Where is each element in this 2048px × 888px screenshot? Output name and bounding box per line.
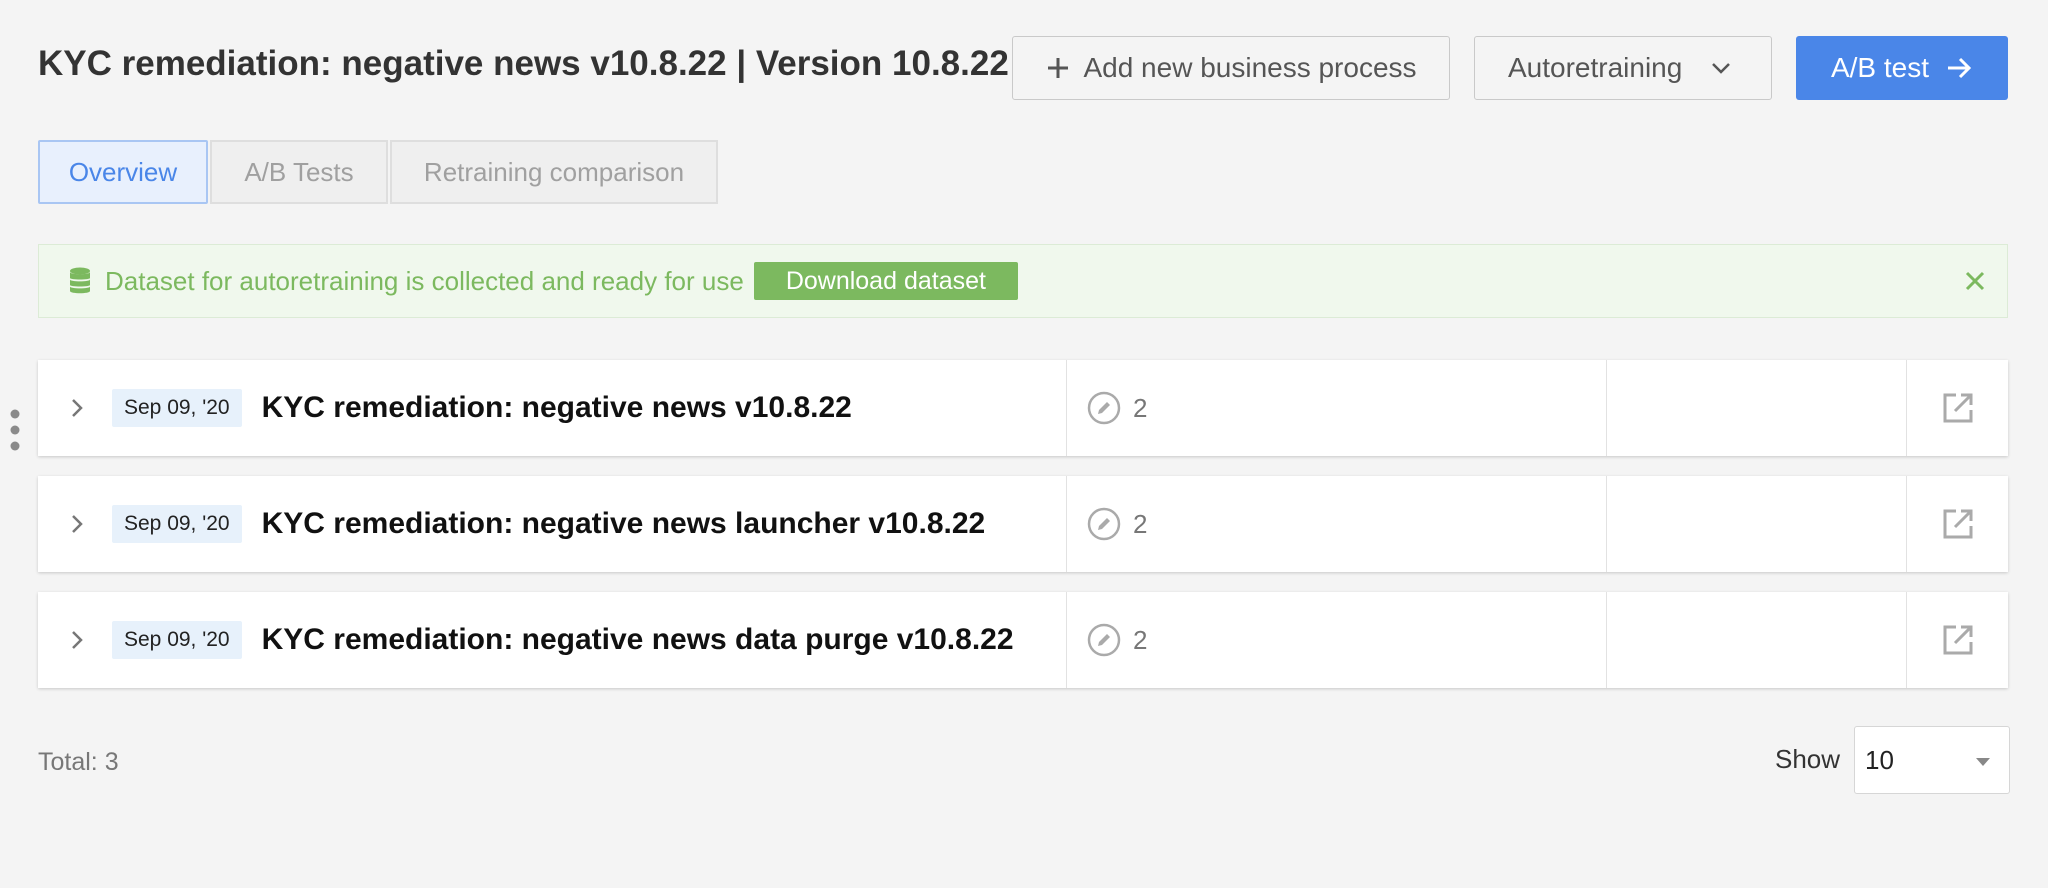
tab-retraining-comparison[interactable]: Retraining comparison (390, 140, 718, 204)
show-label: Show (1775, 744, 1841, 774)
chevron-right-icon[interactable] (66, 629, 88, 651)
empty-cell (1607, 360, 1907, 456)
tab-ab-tests[interactable]: A/B Tests (210, 140, 388, 204)
plus-icon (1048, 58, 1069, 78)
external-link-icon (1943, 625, 1972, 655)
add-business-process-label: Add new business process (1083, 52, 1417, 83)
process-name: KYC remediation: negative news data purg… (261, 623, 1014, 656)
autoretraining-label: Autoretraining (1508, 52, 1683, 83)
process-row: Sep 09, '20 KYC remediation: negative ne… (38, 592, 2008, 688)
page-title: KYC remediation: negative news v10.8.22 … (38, 44, 1009, 83)
process-main-cell: Sep 09, '20 KYC remediation: negative ne… (38, 592, 1067, 688)
open-external-button[interactable] (1907, 592, 2008, 688)
download-dataset-button[interactable]: Download dataset (753, 262, 1018, 300)
tab-bar: Overview A/B Tests Retraining comparison (38, 140, 720, 204)
process-main-cell: Sep 09, '20 KYC remediation: negative ne… (38, 360, 1067, 456)
process-name: KYC remediation: negative news v10.8.22 (261, 391, 852, 424)
add-business-process-button[interactable]: Add new business process (1012, 36, 1450, 100)
close-icon[interactable] (1963, 269, 1987, 293)
external-link-icon (1943, 393, 1972, 423)
process-row: Sep 09, '20 KYC remediation: negative ne… (38, 360, 2008, 456)
ab-test-button[interactable]: A/B test (1796, 36, 2008, 100)
drag-handle-icon[interactable] (8, 408, 22, 452)
open-external-button[interactable] (1907, 360, 2008, 456)
caret-down-icon (1976, 758, 1990, 766)
date-badge: Sep 09, '20 (112, 621, 242, 659)
pencil-circle-icon (1087, 623, 1121, 657)
process-count-cell: 2 (1067, 360, 1607, 456)
arrow-right-icon (1948, 57, 1972, 79)
process-main-cell: Sep 09, '20 KYC remediation: negative ne… (38, 476, 1067, 572)
dataset-ready-alert: Dataset for autoretraining is collected … (38, 244, 2008, 318)
process-count-cell: 2 (1067, 592, 1607, 688)
empty-cell (1607, 592, 1907, 688)
ab-test-label: A/B test (1830, 52, 1930, 83)
pencil-circle-icon (1087, 391, 1121, 425)
alert-message: Dataset for autoretraining is collected … (105, 265, 744, 296)
empty-cell (1607, 476, 1907, 572)
chevron-down-icon (1712, 63, 1731, 74)
open-external-button[interactable] (1907, 476, 2008, 572)
pencil-circle-icon (1087, 507, 1121, 541)
process-count: 2 (1133, 624, 1148, 655)
autoretraining-dropdown[interactable]: Autoretraining (1474, 36, 1772, 100)
database-icon (70, 267, 90, 294)
process-name: KYC remediation: negative news launcher … (261, 507, 986, 540)
external-link-icon (1943, 509, 1972, 539)
process-count: 2 (1133, 508, 1148, 539)
process-row: Sep 09, '20 KYC remediation: negative ne… (38, 476, 2008, 572)
process-count-cell: 2 (1067, 476, 1607, 572)
total-count: Total: 3 (38, 748, 119, 776)
page-size-select[interactable]: 10 (1854, 726, 2010, 794)
chevron-right-icon[interactable] (66, 397, 88, 419)
date-badge: Sep 09, '20 (112, 389, 242, 427)
process-count: 2 (1133, 392, 1148, 423)
tab-overview[interactable]: Overview (38, 140, 208, 204)
page-size-value: 10 (1865, 744, 1894, 775)
chevron-right-icon[interactable] (66, 513, 88, 535)
date-badge: Sep 09, '20 (112, 505, 242, 543)
